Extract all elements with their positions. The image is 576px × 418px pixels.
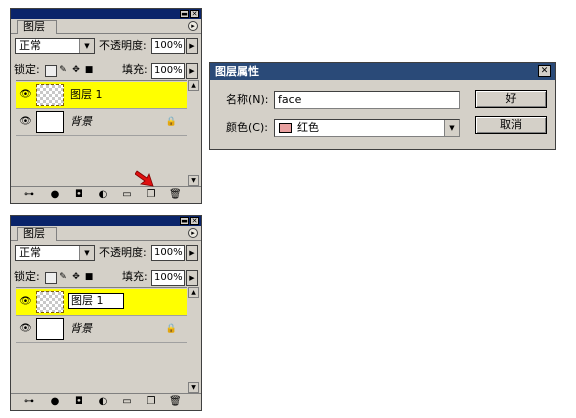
layers-scrollbar[interactable]: ▲ ▼ xyxy=(188,287,199,393)
trash-icon[interactable]: 🗑 xyxy=(169,189,182,201)
lock-icon: 🔒 xyxy=(165,324,177,334)
layer-row-layer1[interactable]: 👁 图层 1 xyxy=(16,289,187,316)
palette-bottom-toolbar: ⊶ ● ◘ ◐ ▭ ❐ 🗑 xyxy=(11,393,201,410)
layers-list: 👁 图层 1 👁 背景 🔒 xyxy=(16,287,187,392)
close-icon[interactable]: ✕ xyxy=(538,65,551,77)
palette-menu-icon[interactable]: ▸ xyxy=(188,228,198,238)
fill-slider-button[interactable]: ▶ xyxy=(186,63,198,79)
dropdown-arrow-icon: ▼ xyxy=(444,120,459,136)
blend-mode-select[interactable]: 正常 ▼ xyxy=(15,245,95,261)
minimize-icon[interactable]: ▬ xyxy=(180,217,189,225)
layers-scrollbar[interactable]: ▲ ▼ xyxy=(188,80,199,186)
link-icon[interactable]: ⊶ xyxy=(23,189,35,201)
layers-palette-bottom: ▬ ✕ 图层 ▸ 正常 ▼ 不透明度: 100% ▶ 锁定: ✎ ✥ ■ 填充:… xyxy=(10,215,202,411)
adjustment-icon[interactable]: ◐ xyxy=(97,396,109,408)
layer-name-field[interactable]: face xyxy=(274,91,460,109)
layer-name-input[interactable]: 图层 1 xyxy=(68,293,124,309)
dropdown-arrow-icon: ▼ xyxy=(79,246,94,260)
fill-label: 填充: xyxy=(122,63,148,76)
opacity-slider-button[interactable]: ▶ xyxy=(186,38,198,54)
new-layer-icon[interactable]: ❐ xyxy=(145,396,157,408)
eye-icon[interactable]: 👁 xyxy=(19,115,32,128)
opacity-input[interactable]: 100% xyxy=(151,245,185,261)
dropdown-arrow-icon: ▼ xyxy=(79,39,94,53)
lock-all-icon[interactable]: ■ xyxy=(84,65,94,75)
lock-transparency-icon[interactable] xyxy=(45,65,57,77)
fill-slider-button[interactable]: ▶ xyxy=(186,270,198,286)
layer-row-background[interactable]: 👁 背景 🔒 xyxy=(16,316,187,343)
layer-name: 背景 xyxy=(70,322,92,335)
blend-mode-select[interactable]: 正常 ▼ xyxy=(15,38,95,54)
fill-label: 填充: xyxy=(122,270,148,283)
lock-transparency-icon[interactable] xyxy=(45,272,57,284)
dialog-titlebar: 图层属性 ✕ xyxy=(210,63,555,80)
close-icon[interactable]: ✕ xyxy=(190,10,199,18)
red-pointer-arrow-icon xyxy=(135,170,154,187)
scroll-up-icon[interactable]: ▲ xyxy=(188,80,199,91)
tab-layers[interactable]: 图层 xyxy=(17,20,57,34)
palette-menu-icon[interactable]: ▸ xyxy=(188,21,198,31)
link-icon[interactable]: ⊶ xyxy=(23,396,35,408)
layer-thumbnail xyxy=(36,84,64,106)
scroll-down-icon[interactable]: ▼ xyxy=(188,382,199,393)
mask-icon[interactable]: ◘ xyxy=(73,396,85,408)
scroll-up-icon[interactable]: ▲ xyxy=(188,287,199,298)
ok-button[interactable]: 好 xyxy=(475,90,547,108)
layer-row-layer1[interactable]: 👁 图层 1 xyxy=(16,82,187,109)
layer-thumbnail xyxy=(36,291,64,313)
folder-icon[interactable]: ▭ xyxy=(121,396,133,408)
blend-mode-value: 正常 xyxy=(19,39,41,52)
layer-thumbnail xyxy=(36,111,64,133)
lock-move-icon[interactable]: ✥ xyxy=(71,65,81,75)
close-icon[interactable]: ✕ xyxy=(190,217,199,225)
fill-input[interactable]: 100% xyxy=(151,63,185,79)
layer-row-background[interactable]: 👁 背景 🔒 xyxy=(16,109,187,136)
lock-paint-icon[interactable]: ✎ xyxy=(58,65,68,75)
lock-label: 锁定: xyxy=(14,270,40,283)
name-label: 名称(N): xyxy=(226,93,269,106)
color-value: 红色 xyxy=(297,121,319,134)
lock-label: 锁定: xyxy=(14,63,40,76)
opacity-input[interactable]: 100% xyxy=(151,38,185,54)
opacity-label: 不透明度: xyxy=(99,246,147,259)
trash-icon[interactable]: 🗑 xyxy=(169,396,182,408)
fill-input[interactable]: 100% xyxy=(151,270,185,286)
eye-icon[interactable]: 👁 xyxy=(19,322,32,335)
opacity-slider-button[interactable]: ▶ xyxy=(186,245,198,261)
tab-layers[interactable]: 图层 xyxy=(17,227,57,241)
eye-icon[interactable]: 👁 xyxy=(19,88,32,101)
eye-icon[interactable]: 👁 xyxy=(19,295,32,308)
layer-thumbnail xyxy=(36,318,64,340)
dialog-title: 图层属性 xyxy=(215,65,259,78)
lock-paint-icon[interactable]: ✎ xyxy=(58,272,68,282)
layers-palette-top: ▬ ✕ 图层 ▸ 正常 ▼ 不透明度: 100% ▶ 锁定: ✎ ✥ ■ 填充:… xyxy=(10,8,202,204)
layer-properties-dialog: 图层属性 ✕ 名称(N): face 颜色(C): 红色 ▼ 好 取消 xyxy=(209,62,556,150)
color-label: 颜色(C): xyxy=(226,121,268,134)
palette-titlebar: ▬ ✕ xyxy=(11,216,201,226)
new-layer-icon[interactable]: ❐ xyxy=(145,189,157,201)
blend-mode-value: 正常 xyxy=(19,246,41,259)
color-swatch xyxy=(279,123,292,133)
cancel-button[interactable]: 取消 xyxy=(475,116,547,134)
opacity-label: 不透明度: xyxy=(99,39,147,52)
minimize-icon[interactable]: ▬ xyxy=(180,10,189,18)
tab-row: 图层 ▸ xyxy=(11,19,201,34)
lock-icon: 🔒 xyxy=(165,117,177,127)
mask-icon[interactable]: ◘ xyxy=(73,189,85,201)
lock-move-icon[interactable]: ✥ xyxy=(71,272,81,282)
folder-icon[interactable]: ▭ xyxy=(121,189,133,201)
fx-icon[interactable]: ● xyxy=(49,189,61,201)
layer-name: 图层 1 xyxy=(70,88,103,101)
lock-all-icon[interactable]: ■ xyxy=(84,272,94,282)
adjustment-icon[interactable]: ◐ xyxy=(97,189,109,201)
color-select[interactable]: 红色 ▼ xyxy=(274,119,460,137)
fx-icon[interactable]: ● xyxy=(49,396,61,408)
palette-bottom-toolbar: ⊶ ● ◘ ◐ ▭ ❐ 🗑 xyxy=(11,186,201,203)
palette-titlebar: ▬ ✕ xyxy=(11,9,201,19)
layers-list: 👁 图层 1 👁 背景 🔒 xyxy=(16,80,187,185)
layer-name: 背景 xyxy=(70,115,92,128)
tab-row: 图层 ▸ xyxy=(11,226,201,241)
scroll-down-icon[interactable]: ▼ xyxy=(188,175,199,186)
